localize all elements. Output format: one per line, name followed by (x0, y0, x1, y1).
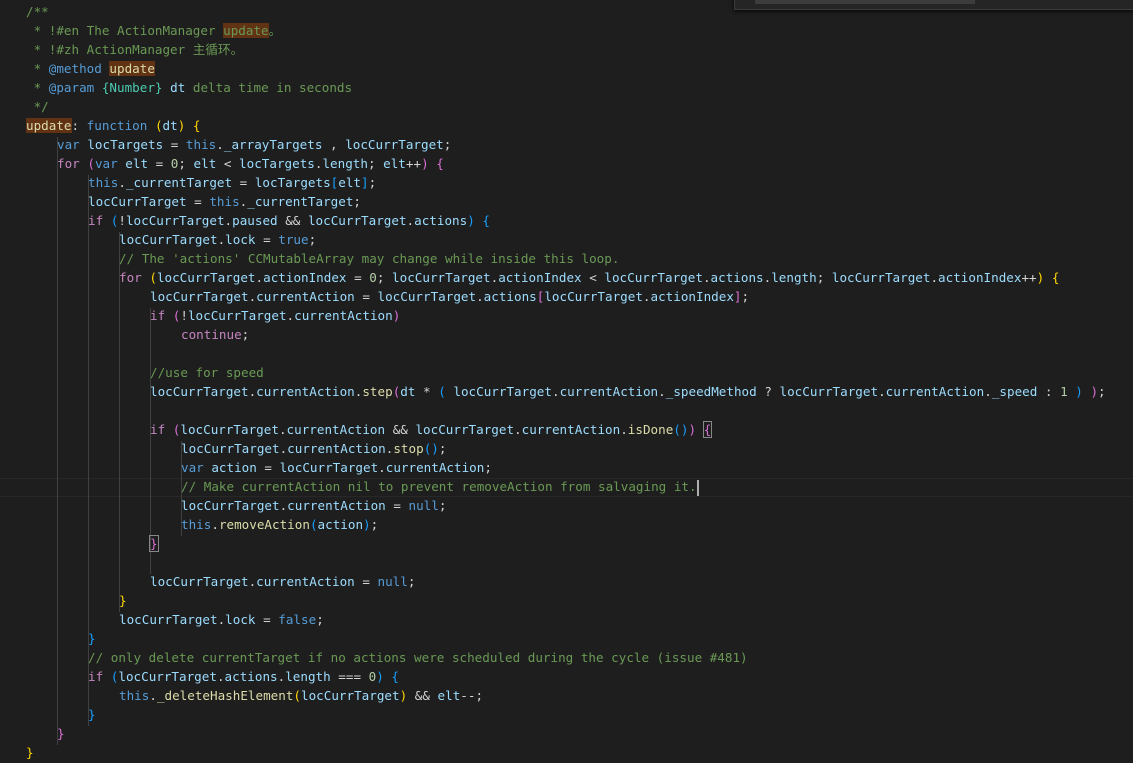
code-line: */ (26, 99, 49, 114)
code-line: for (var elt = 0; elt < locTargets.lengt… (57, 156, 444, 171)
code-line: * @method update (26, 61, 155, 76)
code-line: } (88, 707, 96, 722)
find-widget (734, 0, 1133, 10)
code-line: locCurrTarget.lock = false; (119, 612, 324, 627)
code-line: * !#zh ActionManager 主循环。 (26, 42, 244, 57)
code-line: locCurrTarget = this._currentTarget; (88, 194, 362, 209)
code-line: locCurrTarget.currentAction = locCurrTar… (150, 289, 750, 304)
indent-guide (119, 232, 120, 612)
find-input[interactable] (755, 0, 975, 4)
code-line: locCurrTarget.lock = true; (119, 232, 317, 247)
code-line: //use for speed (150, 365, 264, 380)
code-line: locCurrTarget.currentAction.step(dt * ( … (150, 384, 1106, 399)
code-line: } (26, 745, 34, 760)
code-line: } (57, 726, 65, 741)
code-line: continue; (181, 327, 250, 342)
code-line: this.removeAction(action); (181, 517, 379, 532)
code-line: locCurrTarget.currentAction = null; (181, 498, 447, 513)
indent-guide (57, 137, 58, 745)
code-line: } (119, 593, 127, 608)
code-line: this._currentTarget = locTargets[elt]; (88, 175, 377, 190)
code-line: if (!locCurrTarget.paused && locCurrTarg… (88, 213, 490, 228)
code-line: if (!locCurrTarget.currentAction) (150, 308, 401, 323)
code-line: // Make currentAction nil to prevent rem… (181, 479, 699, 496)
code-line: if (locCurrTarget.actions.length === 0) … (88, 669, 399, 684)
code-line: this._deleteHashElement(locCurrTarget) &… (119, 688, 484, 703)
code-line: // The 'actions' CCMutableArray may chan… (119, 251, 620, 266)
text-cursor (696, 479, 699, 496)
code-line: update: function (dt) { (26, 118, 201, 133)
code-line: var action = locCurrTarget.currentAction… (181, 460, 492, 475)
code-line: * !#en The ActionManager update。 (26, 23, 282, 38)
code-editor[interactable]: /** * !#en The ActionManager update。 * !… (0, 0, 1133, 763)
code-line: } (149, 535, 159, 552)
code-line: var locTargets = this._arrayTargets , lo… (57, 137, 452, 152)
code-line: * @param {Number} dt delta time in secon… (26, 80, 353, 95)
code-line: if (locCurrTarget.currentAction && locCu… (150, 421, 713, 438)
code-line: locCurrTarget.currentAction.stop(); (181, 441, 447, 456)
code-line: for (locCurrTarget.actionIndex = 0; locC… (119, 270, 1060, 285)
code-line: // only delete currentTarget if no actio… (88, 650, 748, 665)
code-line: } (88, 631, 96, 646)
code-line: locCurrTarget.currentAction = null; (150, 574, 416, 589)
code-line: /** (26, 4, 49, 19)
